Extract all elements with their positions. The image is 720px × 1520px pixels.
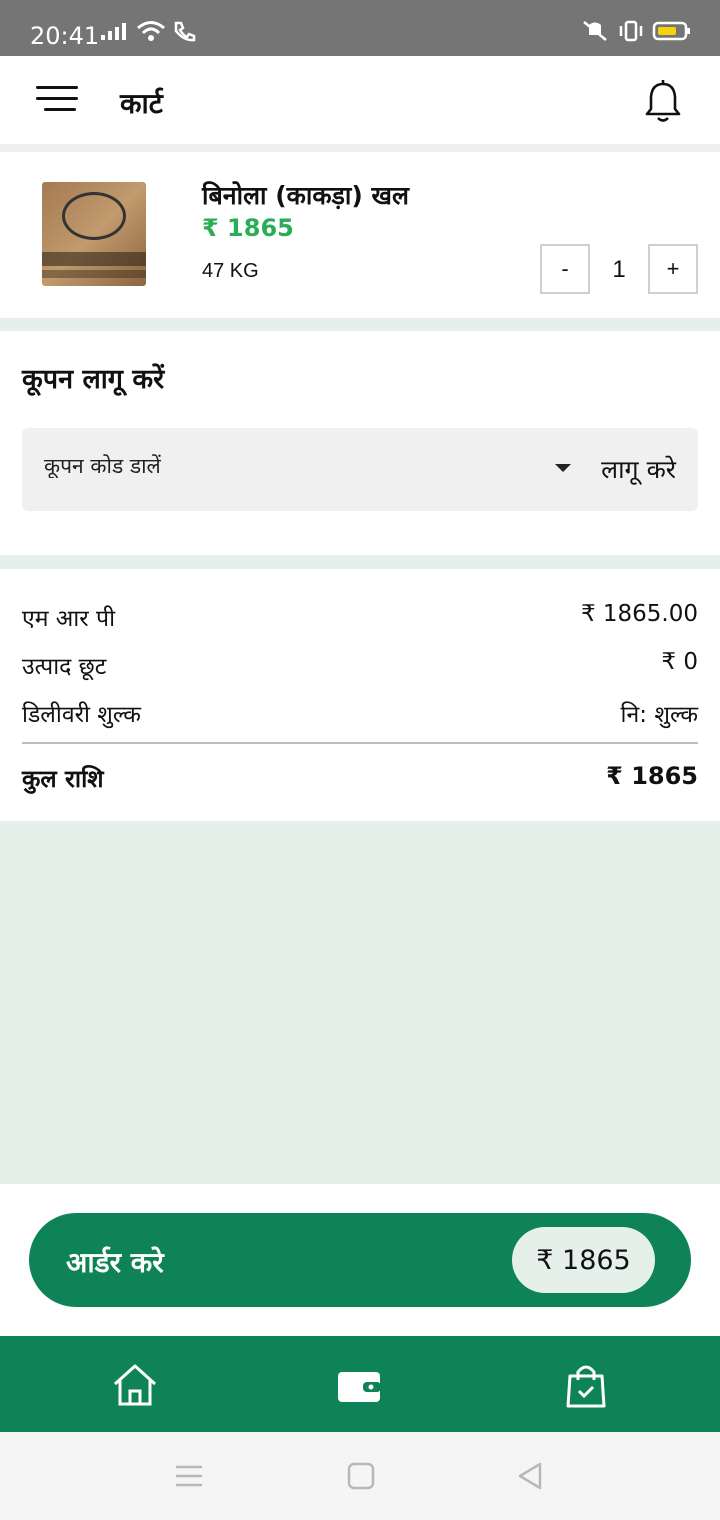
apply-coupon-button[interactable]: लागू करे [601,452,676,486]
product-weight: 47 KG [202,260,259,282]
menu-icon[interactable] [36,86,78,114]
page-title: कार्ट [120,87,163,120]
wallet-icon[interactable] [335,1362,383,1410]
coupon-section: कूपन लागू करें लागू करे [0,331,720,555]
signal-icon [101,23,126,40]
shopping-bag-icon[interactable] [562,1362,610,1410]
cart-item: बिनोला (काकड़ा) खल ₹ 1865 47 KG - 1 + [0,152,720,318]
wifi-icon [137,21,165,41]
coupon-box: लागू करे [22,428,698,511]
divider [0,144,720,152]
mrp-value: ₹ 1865.00 [580,601,698,627]
product-image [42,182,146,286]
quantity-decrease-button[interactable]: - [540,244,590,294]
coupon-title: कूपन लागू करें [22,364,165,395]
status-right-icons [580,20,692,42]
system-nav-bar [0,1432,720,1520]
total-value: ₹ 1865 [606,762,698,790]
order-area: आर्डर करे ₹ 1865 [0,1184,720,1336]
vibrate-icon [619,20,643,42]
quantity-value: 1 [612,256,626,283]
summary-divider [22,742,698,744]
app-bar: कार्ट [0,56,720,144]
summary-row-total: कुल राशि ₹ 1865 [22,762,698,795]
status-bar: 20:41 [0,0,720,56]
summary-row-discount: उत्पाद छूट ₹ 0 [22,649,698,681]
bell-icon[interactable] [642,78,684,126]
quantity-increase-button[interactable]: + [648,244,698,294]
order-button-label: आर्डर करे [66,1246,164,1279]
mute-icon [583,21,607,41]
order-amount-badge: ₹ 1865 [512,1227,655,1293]
home-icon[interactable] [111,1362,159,1410]
mrp-label: एम आर पी [22,606,116,632]
delivery-value: नि: शुल्क [620,702,698,728]
summary-row-delivery: डिलीवरी शुल्क नि: शुल्क [22,697,698,729]
wifi-calling-icon [174,21,196,42]
product-name: बिनोला (काकड़ा) खल [202,181,409,210]
discount-label: उत्पाद छूट [22,654,107,680]
total-label: कुल राशि [22,765,104,793]
discount-value: ₹ 0 [661,649,698,675]
product-price: ₹ 1865 [202,214,294,242]
price-summary: एम आर पी ₹ 1865.00 उत्पाद छूट ₹ 0 डिलीवर… [0,569,720,821]
home-system-icon[interactable] [347,1462,375,1490]
back-icon[interactable] [516,1462,544,1490]
place-order-button[interactable]: आर्डर करे ₹ 1865 [29,1213,691,1307]
status-left-icons [100,20,198,42]
delivery-label: डिलीवरी शुल्क [22,702,141,728]
battery-icon [652,21,690,41]
status-time: 20:41 [30,22,100,50]
summary-row-mrp: एम आर पी ₹ 1865.00 [22,601,698,633]
recent-apps-icon[interactable] [175,1462,203,1490]
coupon-code-input[interactable] [44,454,524,478]
caret-down-icon[interactable] [555,464,571,472]
bottom-nav [0,1336,720,1432]
